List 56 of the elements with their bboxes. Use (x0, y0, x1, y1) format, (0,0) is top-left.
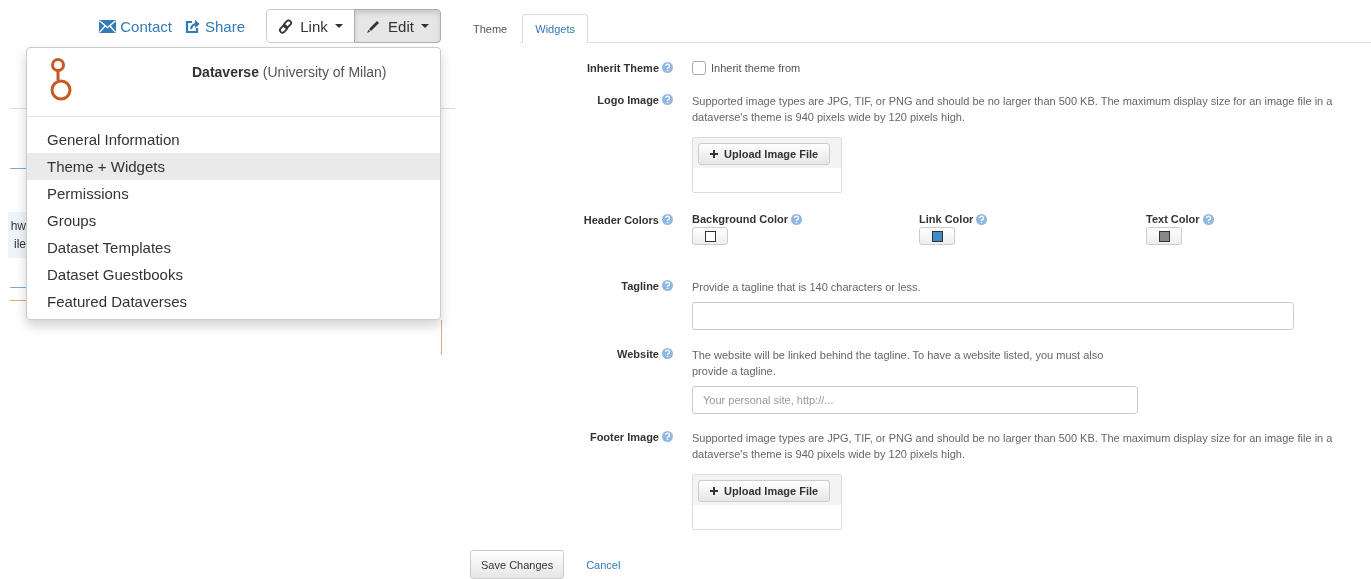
envelope-icon (99, 19, 117, 33)
help-text: Supported image types are JPG, TIF, or PNG and should be no larger than 500 KB. The maximum display size for an image file in a dataverse's theme is 940 pixels wide by 120 pixels high. (692, 94, 1334, 125)
website-field[interactable]: Your personal site, http://... (692, 386, 1138, 414)
tab[interactable]: Widgets (522, 14, 588, 43)
chain-link-icon (278, 18, 294, 34)
help-icon[interactable] (976, 213, 988, 225)
share-icon (184, 18, 201, 34)
menu-item[interactable]: Dataset Templates (27, 234, 440, 261)
link-dropdown-button[interactable]: Link (266, 9, 355, 43)
help-icon[interactable] (662, 62, 673, 73)
contact-link[interactable]: Contact (99, 17, 172, 35)
share-link[interactable]: Share (184, 17, 245, 35)
edit-dropdown-button[interactable]: Edit (354, 9, 441, 43)
tagline-field[interactable] (692, 302, 1294, 330)
menu-item[interactable]: Featured Dataverses (27, 288, 440, 315)
field-label: Tagline (621, 280, 659, 292)
help-icon[interactable] (662, 348, 673, 359)
upload-button[interactable]: Upload Image File (698, 480, 831, 502)
field-label: Footer Image (589, 431, 659, 443)
field-label: Inherit Theme (586, 62, 659, 74)
field-label: Header Colors (583, 214, 659, 226)
menu-item[interactable]: General Information (27, 126, 440, 153)
field-label: Logo Image (597, 94, 659, 106)
help-text: The website will be linked behind the tagline. To have a website listed, you must also provide a tagline. (692, 348, 1105, 379)
dataverse-title: Dataverse (University of Milan) (192, 64, 387, 82)
cancel-link[interactable]: Cancel (586, 558, 621, 571)
help-icon[interactable] (662, 431, 673, 442)
menu-item[interactable]: Dataset Guestbooks (27, 261, 440, 288)
background-text: hw (9, 218, 26, 235)
upload-button[interactable]: Upload Image File (698, 143, 831, 165)
color-picker-button[interactable] (692, 227, 728, 245)
pencil-icon (366, 18, 382, 34)
color-label: Link Color (919, 213, 974, 225)
help-icon[interactable] (662, 94, 673, 105)
menu-item[interactable]: Theme + Widgets (27, 153, 440, 180)
color-picker-button[interactable] (919, 227, 955, 245)
background-text: ile (13, 236, 26, 253)
color-label: Background Color (692, 213, 788, 225)
help-icon[interactable] (662, 214, 673, 225)
caret-icon (334, 24, 343, 28)
color-picker-button[interactable] (1146, 227, 1182, 245)
menu-item[interactable]: Permissions (27, 180, 440, 207)
checkbox[interactable] (692, 61, 706, 75)
menu-item[interactable]: Groups (27, 207, 440, 234)
save-changes-button[interactable]: Save Changes (470, 550, 565, 579)
color-label: Text Color (1146, 213, 1200, 225)
caret-icon (420, 24, 429, 28)
help-text: Supported image types are JPG, TIF, or PNG and should be no larger than 500 KB. The maximum display size for an image file in a dataverse's theme is 940 pixels wide by 120 pixels high. (692, 431, 1334, 462)
field-label: Website (617, 348, 659, 360)
plus-icon (710, 487, 718, 495)
help-icon[interactable] (790, 213, 802, 225)
checkbox-label: Inherit theme from (711, 62, 801, 74)
help-icon[interactable] (1202, 213, 1214, 225)
help-icon[interactable] (662, 280, 673, 291)
help-text: Provide a tagline that is 140 characters or less. (692, 280, 922, 295)
plus-icon (710, 150, 718, 158)
